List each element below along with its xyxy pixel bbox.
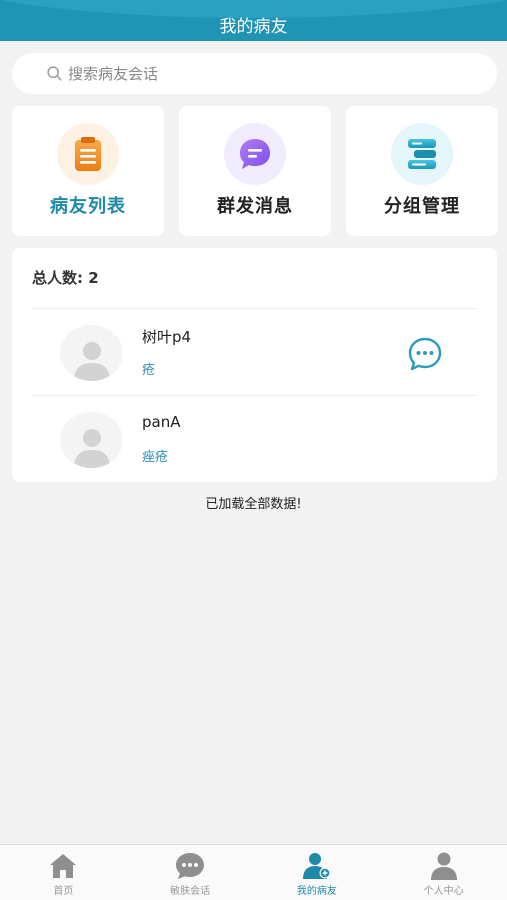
group-message-card[interactable]: 群发消息 xyxy=(179,106,331,236)
tab-label: 首页 xyxy=(53,886,74,897)
tab-home[interactable]: 首页 xyxy=(0,845,127,900)
group-list-icon xyxy=(391,123,453,185)
page-title: 我的病友 xyxy=(219,17,288,37)
tab-my-patients[interactable]: 我的病友 xyxy=(254,845,381,900)
condition-tag: 疮 xyxy=(142,363,156,378)
person-silhouette-icon xyxy=(73,342,110,381)
person-silhouette-icon xyxy=(73,429,110,468)
avatar xyxy=(60,412,123,468)
home-icon xyxy=(50,854,77,878)
search-icon xyxy=(47,66,62,81)
total-count: 总人数: 2 xyxy=(32,269,99,287)
patient-row[interactable]: 树叶p4 疮 xyxy=(12,309,497,395)
patient-name: panA xyxy=(142,413,181,431)
tab-label: 个人中心 xyxy=(423,886,464,897)
loaded-all-status: 已加载全部数据! xyxy=(205,497,302,512)
patient-list-card[interactable]: 病友列表 xyxy=(12,106,164,236)
condition-tag: 痤疮 xyxy=(142,450,169,465)
group-management-card[interactable]: 分组管理 xyxy=(346,106,498,236)
chat-bubble-icon[interactable] xyxy=(407,336,443,372)
tab-label: 敏肤会话 xyxy=(170,886,211,897)
card-label-patient-list: 病友列表 xyxy=(50,196,126,217)
app-header: 我的病友 xyxy=(0,0,507,41)
person-icon xyxy=(430,852,457,880)
clipboard-icon xyxy=(57,123,119,185)
patient-list: 总人数: 2 树叶p4 疮 panA 痤疮 xyxy=(12,248,497,482)
chat-icon xyxy=(176,853,205,879)
tab-profile[interactable]: 个人中心 xyxy=(380,845,507,900)
bottom-tabbar: 首页 敏肤会话 我的病友 个人中心 xyxy=(0,844,507,900)
search-placeholder: 搜索病友会话 xyxy=(68,65,159,83)
patient-add-icon xyxy=(302,853,331,879)
search-bar[interactable]: 搜索病友会话 xyxy=(12,53,497,94)
card-label-group-management: 分组管理 xyxy=(384,196,460,217)
card-label-group-message: 群发消息 xyxy=(217,196,293,217)
tab-chat[interactable]: 敏肤会话 xyxy=(127,845,254,900)
avatar xyxy=(60,325,123,381)
tab-label: 我的病友 xyxy=(296,886,337,897)
patient-name: 树叶p4 xyxy=(142,328,192,346)
patient-row[interactable]: panA 痤疮 xyxy=(12,396,497,482)
message-bubble-icon xyxy=(224,123,286,185)
